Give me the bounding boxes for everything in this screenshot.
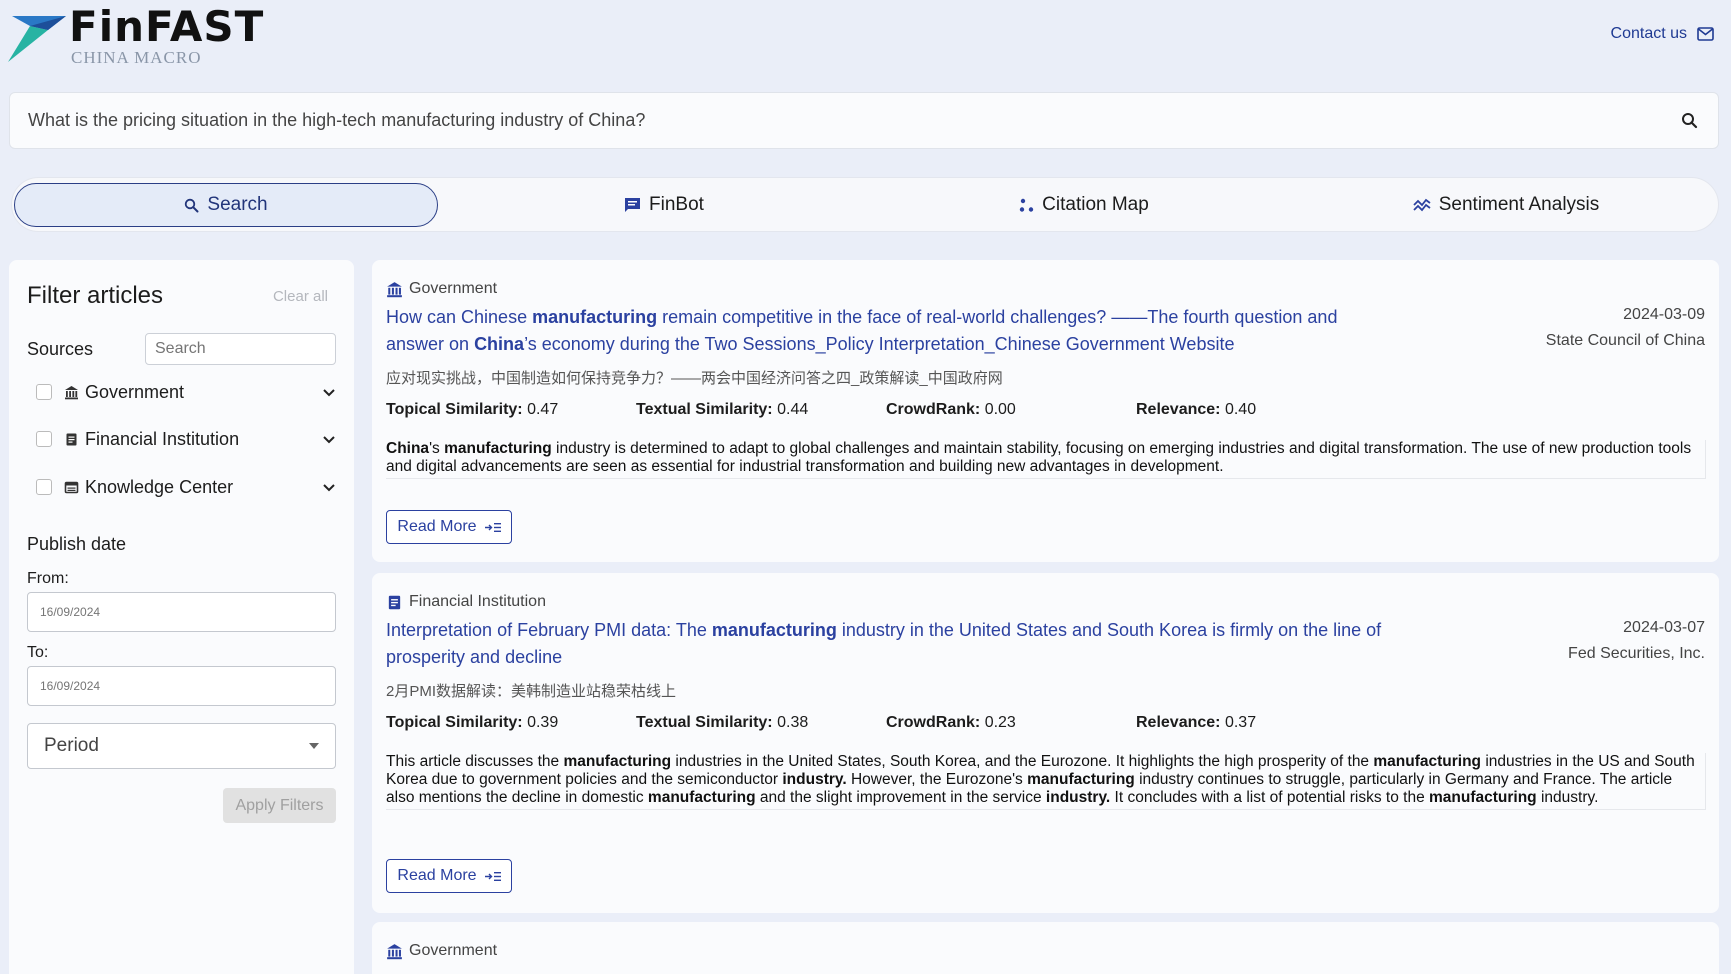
logo-icon — [8, 16, 66, 62]
from-label: From: — [27, 570, 69, 587]
chevron-down-icon[interactable] — [322, 388, 336, 397]
article-date: 2024-03-07 — [1623, 619, 1705, 636]
article-source-type: Government — [386, 280, 497, 298]
article-metrics: Topical Similarity: 0.47 Textual Similar… — [386, 401, 1386, 419]
article-chinese-title: 应对现实挑战，中国制造如何保持竞争力？——两会中国经济问答之四_政策解读_中国政… — [386, 370, 1003, 387]
tab-bar: Search FinBot Citation Map Sentiment Ana… — [11, 177, 1719, 232]
article-publisher: Fed Securities, Inc. — [1568, 645, 1705, 662]
title-text: How can Chinese — [386, 307, 533, 327]
chevron-down-icon[interactable] — [322, 483, 336, 492]
source-label: Government — [85, 381, 185, 402]
sentiment-icon — [1413, 198, 1431, 212]
title-highlight: manufacturing — [532, 307, 658, 327]
tab-finbot[interactable]: FinBot — [452, 183, 876, 227]
government-icon — [387, 281, 402, 297]
period-select[interactable]: Period — [27, 723, 336, 769]
tab-label: Citation Map — [1042, 194, 1149, 215]
search-icon[interactable] — [1681, 112, 1698, 129]
sources-label: Sources — [27, 339, 94, 359]
metric-textual-similarity: Textual Similarity: 0.38 — [636, 714, 809, 731]
title-highlight: manufacturing — [711, 620, 837, 640]
source-type-label: Government — [409, 942, 498, 959]
citation-map-icon — [1019, 198, 1034, 212]
read-more-button[interactable]: Read More — [386, 859, 512, 893]
read-more-icon — [484, 522, 501, 532]
article-summary: China's manufacturing industry is determ… — [386, 440, 1706, 479]
source-label: Knowledge Center — [85, 476, 234, 497]
article-date: 2024-03-09 — [1623, 306, 1705, 323]
search-bar — [9, 92, 1719, 149]
metric-topical-similarity: Topical Similarity: 0.47 — [386, 401, 559, 418]
search-icon — [185, 198, 199, 212]
library-icon — [64, 481, 79, 493]
tab-search[interactable]: Search — [14, 183, 438, 227]
document-icon — [66, 433, 77, 445]
clear-all-button[interactable]: Clear all — [273, 288, 328, 305]
contact-label: Contact us — [1610, 25, 1687, 42]
tab-label: Search — [207, 194, 268, 215]
source-filter-knowledge-center: Knowledge Center — [36, 473, 336, 501]
source-type-label: Government — [409, 280, 498, 297]
metric-relevance: Relevance: 0.37 — [1136, 714, 1257, 731]
source-filter-financial-institution: Financial Institution — [36, 425, 336, 453]
to-label: To: — [27, 644, 49, 661]
article-source-type: Financial Institution — [386, 593, 546, 611]
article-publisher: State Council of China — [1545, 332, 1705, 349]
government-icon — [65, 385, 78, 399]
filter-title: Filter articles — [27, 282, 164, 309]
tab-citation-map[interactable]: Citation Map — [872, 183, 1296, 227]
tab-label: Sentiment Analysis — [1438, 194, 1600, 215]
tab-label: FinBot — [649, 194, 704, 215]
government-icon — [387, 943, 402, 959]
article-summary: This article discusses the manufacturing… — [386, 753, 1706, 810]
document-icon — [388, 595, 401, 609]
read-more-button[interactable]: Read More — [386, 510, 512, 544]
title-text: Interpretation of February PMI data: The — [386, 620, 712, 640]
source-filter-government: Government — [36, 378, 336, 406]
read-more-icon — [484, 871, 501, 881]
metric-textual-similarity: Textual Similarity: 0.44 — [636, 401, 809, 418]
metric-relevance: Relevance: 0.40 — [1136, 401, 1257, 418]
from-date-input[interactable] — [27, 592, 336, 632]
mail-icon — [1697, 27, 1714, 41]
read-more-label: Read More — [397, 867, 477, 884]
article-title-link[interactable]: Interpretation of February PMI data: The… — [386, 617, 1386, 671]
article-metrics: Topical Similarity: 0.39 Textual Similar… — [386, 714, 1386, 732]
search-input[interactable] — [10, 93, 1630, 148]
tab-sentiment-analysis[interactable]: Sentiment Analysis — [1294, 183, 1718, 227]
chevron-down-icon[interactable] — [322, 435, 336, 444]
metric-crowdrank: CrowdRank: 0.23 — [886, 714, 1016, 731]
article-title-link[interactable]: How can Chinese manufacturing remain com… — [386, 304, 1386, 358]
sources-search-input[interactable] — [145, 333, 336, 365]
to-date-input[interactable] — [27, 666, 336, 706]
source-label: Financial Institution — [85, 428, 240, 449]
metric-topical-similarity: Topical Similarity: 0.39 — [386, 714, 559, 731]
metric-crowdrank: CrowdRank: 0.00 — [886, 401, 1016, 418]
filter-panel: Filter articles Clear all Sources Govern… — [9, 260, 354, 974]
chat-icon — [625, 198, 641, 212]
read-more-label: Read More — [397, 518, 477, 535]
source-type-label: Financial Institution — [409, 593, 546, 610]
publish-date-label: Publish date — [27, 534, 127, 554]
article-card: Financial Institution Interpretation of … — [372, 573, 1719, 913]
brand-subtitle: CHINA MACRO — [71, 48, 202, 67]
caret-down-icon — [309, 743, 319, 749]
article-card: Government — [372, 922, 1719, 974]
article-chinese-title: 2月PMI数据解读：美韩制造业站稳荣枯线上 — [386, 683, 677, 700]
apply-filters-button[interactable]: Apply Filters — [223, 788, 336, 823]
source-checkbox[interactable] — [36, 384, 52, 400]
title-text: ’s economy during the Two Sessions_Polic… — [524, 334, 1235, 354]
title-highlight: China — [474, 334, 525, 354]
contact-link[interactable]: Contact us — [1611, 25, 1714, 43]
brand-name: FinFAST — [69, 2, 265, 51]
article-card: Government How can Chinese manufacturing… — [372, 260, 1719, 562]
source-checkbox[interactable] — [36, 479, 52, 495]
period-label: Period — [44, 735, 99, 756]
source-checkbox[interactable] — [36, 431, 52, 447]
article-source-type: Government — [386, 942, 497, 960]
